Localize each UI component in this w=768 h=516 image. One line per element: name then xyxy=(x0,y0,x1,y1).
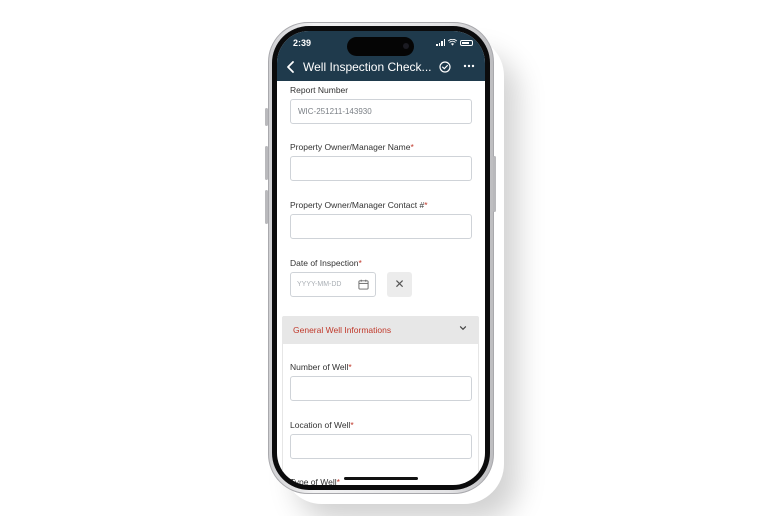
owner-name-label-text: Property Owner/Manager Name xyxy=(290,142,411,152)
close-icon: ✕ xyxy=(394,277,405,291)
phone-screen: 2:39 Well Inspection Check... Report Num xyxy=(277,31,485,485)
type-of-well-label: Type of Well* xyxy=(290,477,340,485)
signal-icon xyxy=(436,39,445,46)
required-mark: * xyxy=(348,362,352,372)
owner-contact-label-text: Property Owner/Manager Contact # xyxy=(290,200,425,210)
form-content: Report Number WIC-251211-143930 Property… xyxy=(277,81,485,485)
location-of-well-label-text: Location of Well xyxy=(290,420,351,430)
required-mark: * xyxy=(358,258,362,268)
inspection-date-label-text: Date of Inspection xyxy=(290,258,359,268)
home-indicator[interactable] xyxy=(344,477,418,480)
required-mark: * xyxy=(336,477,340,485)
status-icons xyxy=(436,39,473,46)
app-header: 2:39 Well Inspection Check... xyxy=(277,31,485,81)
required-mark: * xyxy=(410,142,414,152)
page-title: Well Inspection Check... xyxy=(303,60,432,74)
side-button-volume-down xyxy=(265,190,268,224)
location-of-well-label: Location of Well* xyxy=(290,420,354,430)
number-of-well-label: Number of Well* xyxy=(290,362,352,372)
owner-name-label: Property Owner/Manager Name* xyxy=(290,142,414,152)
side-button-volume-up xyxy=(265,146,268,180)
dynamic-island xyxy=(347,37,414,56)
status-time: 2:39 xyxy=(293,38,312,48)
section-title: General Well Informations xyxy=(293,325,392,335)
side-button-power xyxy=(493,156,496,212)
clear-date-button[interactable]: ✕ xyxy=(387,272,412,297)
chevron-left-icon[interactable] xyxy=(285,60,299,74)
battery-icon xyxy=(460,39,473,46)
date-placeholder: YYYY-MM-DD xyxy=(297,281,342,288)
owner-name-field[interactable] xyxy=(290,156,472,181)
general-well-section-header[interactable]: General Well Informations xyxy=(282,316,479,344)
required-mark: * xyxy=(350,420,354,430)
more-horizontal-icon[interactable] xyxy=(463,60,475,72)
report-number-value: WIC-251211-143930 xyxy=(298,107,372,116)
inspection-date-label: Date of Inspection* xyxy=(290,258,362,268)
camera-dot xyxy=(403,43,409,49)
side-button-mute xyxy=(265,108,268,126)
wifi-icon xyxy=(448,39,457,46)
number-of-well-label-text: Number of Well xyxy=(290,362,349,372)
report-number-field[interactable]: WIC-251211-143930 xyxy=(290,99,472,124)
check-circle-icon[interactable] xyxy=(439,61,451,73)
location-of-well-field[interactable] xyxy=(290,434,472,459)
report-number-label: Report Number xyxy=(290,85,349,95)
owner-contact-field[interactable] xyxy=(290,214,472,239)
number-of-well-field[interactable] xyxy=(290,376,472,401)
inspection-date-field[interactable]: YYYY-MM-DD xyxy=(290,272,376,297)
calendar-icon[interactable] xyxy=(358,279,369,290)
type-of-well-label-text: Type of Well xyxy=(290,477,337,485)
owner-contact-label: Property Owner/Manager Contact #* xyxy=(290,200,428,210)
chevron-down-icon[interactable] xyxy=(459,324,467,332)
required-mark: * xyxy=(424,200,428,210)
